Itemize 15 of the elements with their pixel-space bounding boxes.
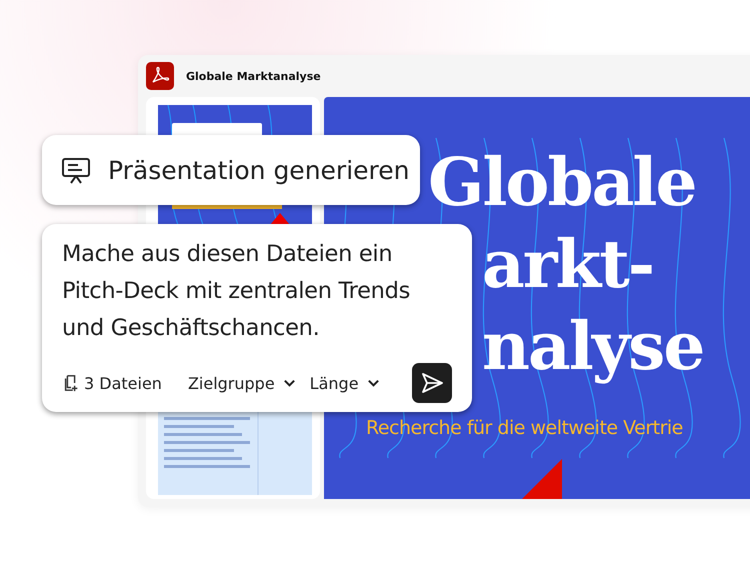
window-title: Globale Marktanalyse [186, 70, 321, 82]
attachments-button[interactable]: 3 Dateien [62, 374, 162, 392]
slide-subtitle: Recherche für die weltweite Vertrie [366, 417, 683, 439]
file-add-icon [62, 374, 80, 392]
generate-presentation-button[interactable]: Präsentation generieren [42, 135, 420, 205]
dropdown[interactable]: Zielgruppe [188, 374, 296, 392]
pdf-logo-icon [146, 62, 174, 90]
slide-title-line: Globale [428, 142, 696, 223]
send-icon [420, 371, 444, 395]
prompt-text[interactable]: Mache aus diesen Dateien ein Pitch-Deck mit zentralen Trends und Geschäftschancen. [62, 236, 452, 347]
triangle-icon [522, 459, 562, 499]
send-button[interactable] [412, 363, 452, 403]
dropdown[interactable]: Länge [310, 374, 380, 392]
slide-title-line: arkt- [482, 224, 654, 305]
slide-title-line: nalyse [482, 306, 704, 387]
